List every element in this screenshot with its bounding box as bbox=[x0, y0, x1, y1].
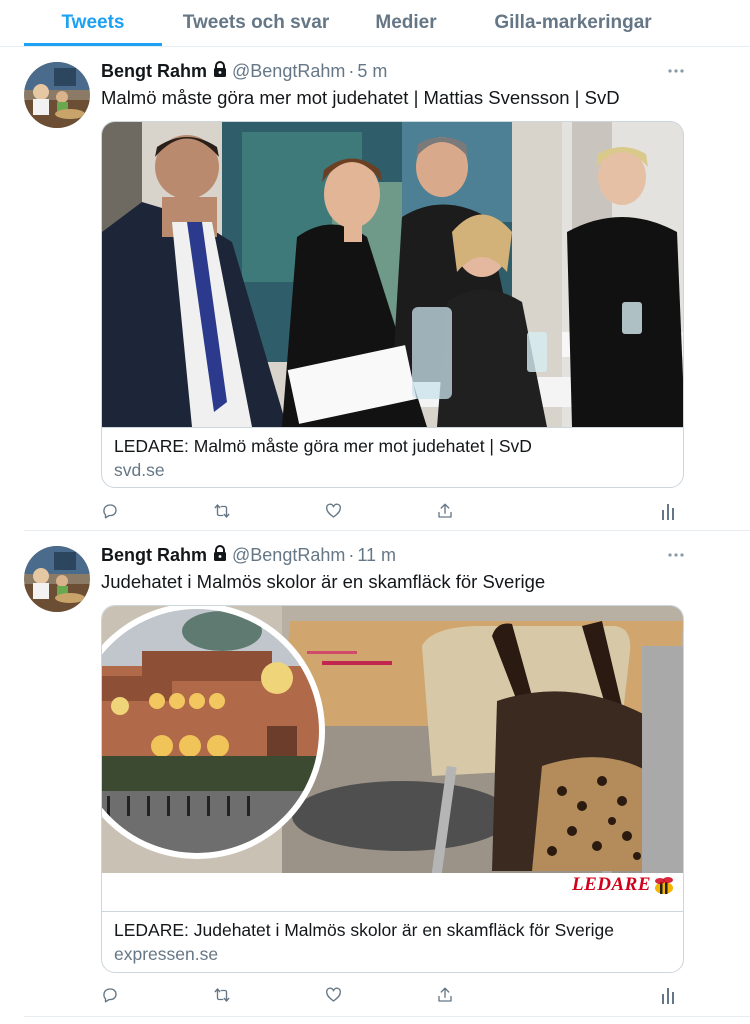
card-image: LEDARE bbox=[102, 606, 683, 911]
ledare-badge: LEDARE bbox=[571, 874, 651, 895]
share-icon[interactable] bbox=[433, 983, 457, 1007]
wasp-logo-icon bbox=[651, 876, 675, 898]
card-title: LEDARE: Judehatet i Malmös skolor är en … bbox=[114, 920, 614, 940]
tab-likes-label: Gilla-markeringar bbox=[494, 12, 652, 33]
active-tab-indicator bbox=[24, 43, 162, 46]
lock-icon bbox=[213, 544, 227, 566]
card-image bbox=[102, 122, 683, 427]
tweet-actions bbox=[0, 499, 750, 525]
tweet-divider bbox=[24, 1016, 750, 1017]
link-card[interactable]: LEDARE: Malmö måste göra mer mot judehat… bbox=[101, 121, 684, 488]
tab-likes[interactable]: Gilla-markeringar bbox=[490, 0, 656, 46]
separator-dot: · bbox=[348, 544, 355, 565]
card-title: LEDARE: Malmö måste göra mer mot judehat… bbox=[114, 436, 532, 456]
analytics-icon[interactable] bbox=[656, 983, 680, 1007]
tab-tweets-and-replies-label: Tweets och svar bbox=[182, 12, 330, 33]
author-name[interactable]: Bengt Rahm bbox=[101, 545, 207, 566]
share-icon[interactable] bbox=[433, 499, 457, 523]
heart-icon[interactable] bbox=[321, 499, 345, 523]
lock-icon bbox=[213, 60, 227, 82]
card-domain: expressen.se bbox=[114, 944, 219, 964]
reply-icon[interactable] bbox=[98, 499, 122, 523]
card-domain: svd.se bbox=[114, 460, 165, 480]
retweet-icon[interactable] bbox=[210, 499, 234, 523]
tweet-timestamp[interactable]: 5 m bbox=[357, 61, 387, 82]
tab-tweets-and-replies[interactable]: Tweets och svar bbox=[180, 0, 332, 46]
tab-media-label: Medier bbox=[375, 12, 437, 33]
tab-tweets-label: Tweets bbox=[61, 12, 125, 33]
link-card[interactable]: LEDARE LEDARE: Judehatet i Malmös skolor… bbox=[101, 605, 684, 973]
separator-dot: · bbox=[348, 60, 355, 81]
tweet-text: Judehatet i Malmös skolor är en skamfläc… bbox=[101, 571, 546, 592]
tab-tweets[interactable]: Tweets bbox=[24, 0, 162, 46]
heart-icon[interactable] bbox=[321, 983, 345, 1007]
tab-media[interactable]: Medier bbox=[364, 0, 448, 46]
retweet-icon[interactable] bbox=[210, 983, 234, 1007]
avatar[interactable] bbox=[24, 62, 90, 128]
more-icon[interactable] bbox=[664, 543, 688, 567]
tweet[interactable]: Bengt Rahm @BengtRahm · 5 m Malmö måste … bbox=[0, 47, 750, 531]
author-handle[interactable]: @BengtRahm bbox=[232, 61, 345, 82]
more-icon[interactable] bbox=[664, 59, 688, 83]
avatar[interactable] bbox=[24, 546, 90, 612]
card-footer: LEDARE: Judehatet i Malmös skolor är en … bbox=[102, 911, 683, 972]
tweet-text: Malmö måste göra mer mot judehatet | Mat… bbox=[101, 87, 620, 108]
tweet[interactable]: Bengt Rahm @BengtRahm · 11 m Judehatet i… bbox=[0, 531, 750, 1024]
author-handle[interactable]: @BengtRahm bbox=[232, 545, 345, 566]
tweet-header: Bengt Rahm @BengtRahm · 11 m bbox=[101, 543, 396, 567]
profile-tabs: Tweets Tweets och svar Medier Gilla-mark… bbox=[0, 0, 750, 47]
analytics-icon[interactable] bbox=[656, 499, 680, 523]
reply-icon[interactable] bbox=[98, 983, 122, 1007]
tweet-header: Bengt Rahm @BengtRahm · 5 m bbox=[101, 59, 387, 83]
tweet-actions bbox=[0, 983, 750, 1009]
card-footer: LEDARE: Malmö måste göra mer mot judehat… bbox=[102, 427, 683, 487]
tweet-timestamp[interactable]: 11 m bbox=[357, 545, 396, 566]
author-name[interactable]: Bengt Rahm bbox=[101, 61, 207, 82]
